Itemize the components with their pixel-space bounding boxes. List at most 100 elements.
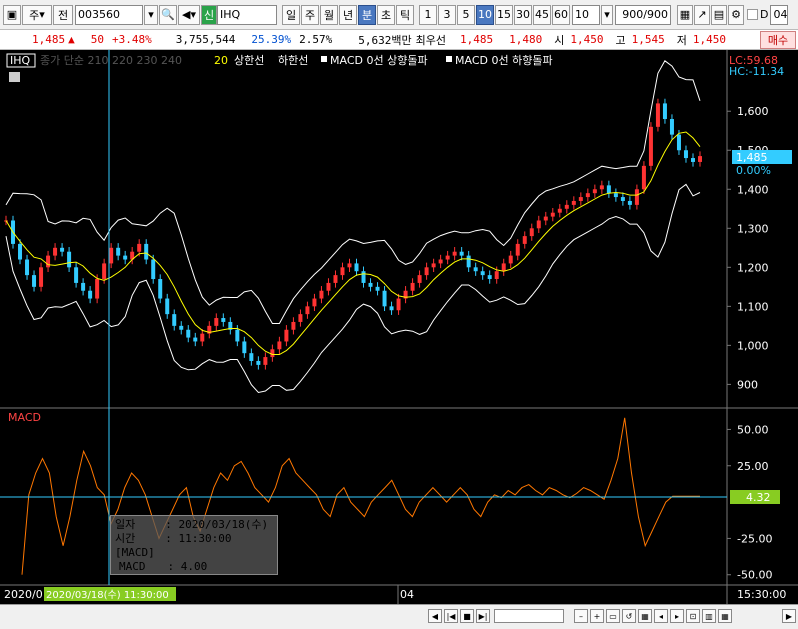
candle-body <box>81 282 86 291</box>
dock-icon[interactable]: ⊡ <box>686 609 700 623</box>
scroll-right-button[interactable]: ▶ <box>782 609 796 623</box>
period-button-4[interactable]: 분 <box>358 4 376 25</box>
candle-body <box>515 243 520 256</box>
interval-button-3[interactable]: 3 <box>438 4 456 25</box>
grid-icon[interactable]: ▦ <box>677 4 693 25</box>
zoom-out-icon[interactable]: – <box>574 609 588 623</box>
candle-body <box>158 279 163 299</box>
candle-body <box>683 150 688 159</box>
buy-button[interactable]: 매수 <box>760 31 796 49</box>
prefix-button[interactable]: 전 <box>53 4 73 25</box>
search-icon[interactable]: 🔍 <box>159 4 177 25</box>
turnover: 2.57% <box>299 33 333 46</box>
legend-macd-up-marker <box>321 56 327 62</box>
candle-body <box>641 165 646 190</box>
count-value: 900 <box>622 8 644 21</box>
best-quote-label: 최우선 <box>415 33 446 47</box>
new-badge: 신 <box>201 4 217 25</box>
chart-tool-icon[interactable]: ↗ <box>694 4 710 25</box>
candle-body <box>319 290 324 299</box>
candle-body <box>592 189 597 194</box>
period-button-0[interactable]: 일 <box>282 4 300 25</box>
candle-body <box>270 349 275 358</box>
zoom-fit-icon[interactable]: ▭ <box>606 609 620 623</box>
sound-icon[interactable]: ◀▾ <box>178 4 200 25</box>
candle-body <box>186 329 191 338</box>
zoom-reset-icon[interactable]: ↺ <box>622 609 636 623</box>
image-icon[interactable]: ▤ <box>711 4 727 25</box>
candle-body <box>557 208 562 213</box>
candle-body <box>361 271 366 283</box>
interval-button-60[interactable]: 60 <box>552 4 570 25</box>
period-left-icon[interactable]: ◂ <box>654 609 668 623</box>
period-button-6[interactable]: 틱 <box>396 4 414 25</box>
candle-body <box>354 263 359 272</box>
settings-small-icon[interactable]: ▦ <box>718 609 732 623</box>
tooltip-date-row: 일자: 2020/03/18(수) <box>115 518 273 532</box>
interval-button-15[interactable]: 15 <box>495 4 513 25</box>
candle-body <box>424 267 429 276</box>
count-input[interactable]: 900/900 <box>615 4 671 25</box>
legend-symbol: IHQ <box>10 54 31 67</box>
chart-mode-icon[interactable]: ▦ <box>638 609 652 623</box>
layout-icon[interactable]: ▥ <box>702 609 716 623</box>
bid-price: 1,480 <box>509 33 543 46</box>
candle-body <box>564 204 569 209</box>
volume-ratio: 25.39% <box>251 33 292 46</box>
trade-amount: 5,632백만 <box>358 33 412 47</box>
interval-button-45[interactable]: 45 <box>533 4 551 25</box>
interval-dropdown-icon[interactable]: ▾ <box>601 4 613 25</box>
tab-week-select[interactable]: 주 ▾ <box>22 4 52 25</box>
first-page-icon[interactable]: |◀ <box>444 609 458 623</box>
candle-body <box>501 263 506 272</box>
interval-button-30[interactable]: 30 <box>514 4 532 25</box>
candle-body <box>18 243 23 260</box>
candle-body <box>123 255 128 260</box>
zoom-in-icon[interactable]: + <box>590 609 604 623</box>
candle-body <box>263 357 268 365</box>
tooltip-date-value: : 2020/03/18(수) <box>165 518 269 531</box>
candle-body <box>627 200 632 205</box>
code-dropdown-icon[interactable]: ▾ <box>144 4 158 25</box>
period-right-icon[interactable]: ▸ <box>670 609 684 623</box>
interval-button-5[interactable]: 5 <box>457 4 475 25</box>
candle-body <box>480 271 485 276</box>
period-button-5[interactable]: 초 <box>377 4 395 25</box>
gear-icon[interactable]: ⚙ <box>728 4 744 25</box>
stop-icon[interactable]: ■ <box>460 609 474 623</box>
interval-button-10[interactable]: 10 <box>476 4 494 25</box>
candle-body <box>648 126 653 166</box>
candle-body <box>60 247 65 252</box>
scroll-left-button[interactable]: ◀ <box>428 609 442 623</box>
period-button-2[interactable]: 월 <box>320 4 338 25</box>
last-page-icon[interactable]: ▶| <box>476 609 490 623</box>
grid-toggle-icon[interactable] <box>9 72 20 82</box>
candle-body <box>347 263 352 268</box>
candle-body <box>529 228 534 237</box>
candle-body <box>613 193 618 198</box>
candle-body <box>375 286 380 291</box>
tooltip-macd-value: : 4.00 <box>167 560 208 573</box>
candle-body <box>214 318 219 326</box>
interval-group: 1 3 5 10 15 30 45 60 <box>418 4 570 25</box>
interval-button-1[interactable]: 1 <box>419 4 437 25</box>
macd-tick-label: -25.00 <box>737 532 772 545</box>
candle-body <box>585 193 590 198</box>
period-button-3[interactable]: 년 <box>339 4 357 25</box>
candle-body <box>200 333 205 342</box>
period-button-1[interactable]: 주 <box>301 4 319 25</box>
interval-select[interactable]: 10 <box>572 4 600 25</box>
d-checkbox[interactable] <box>747 9 758 20</box>
price-change-pct: +3.48% <box>112 33 152 46</box>
open-label: 시 <box>554 33 565 47</box>
candle-body <box>382 290 387 307</box>
candle-body <box>368 282 373 287</box>
price-info-bar: 1,485 ▲ 50 +3.48% 3,755,544 25.39% 2.57%… <box>0 30 798 50</box>
stock-code-input[interactable]: 003560 <box>75 4 143 25</box>
time-axis-mid: 04 <box>400 588 414 601</box>
zoom-slider[interactable] <box>494 609 564 623</box>
right-date-field[interactable]: 04/ <box>770 4 789 25</box>
window-icon[interactable]: ▣ <box>3 4 21 25</box>
stock-name-field[interactable]: IHQ <box>217 4 277 25</box>
candle-body <box>277 341 282 350</box>
